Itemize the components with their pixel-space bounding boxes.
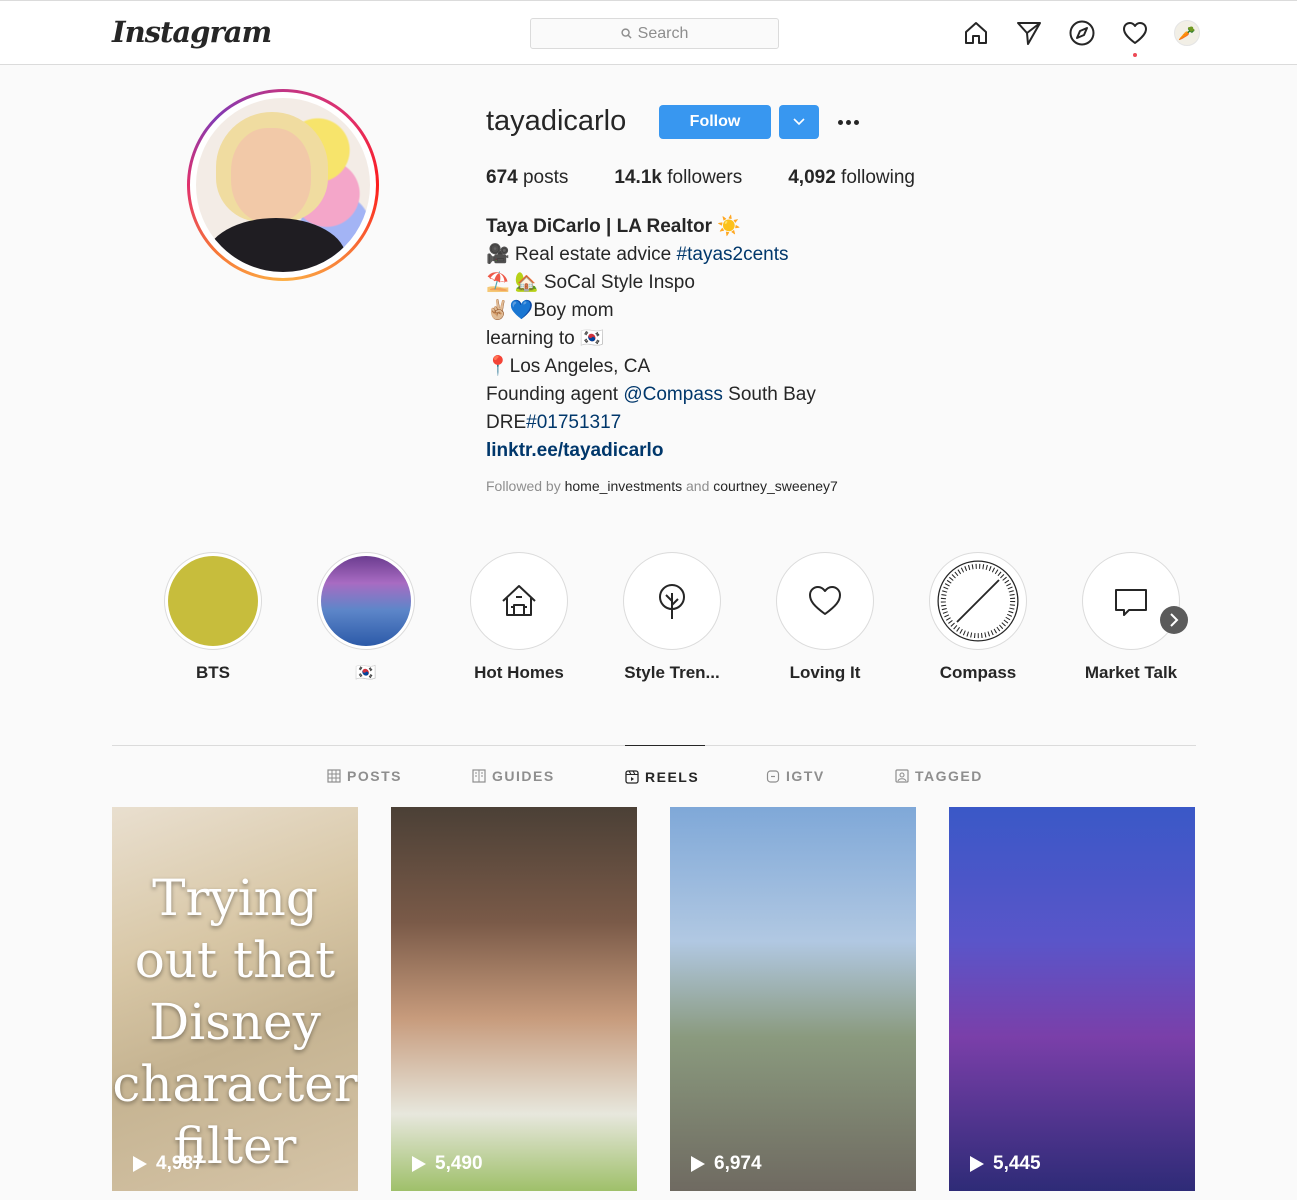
- bio-line: Founding agent @Compass South Bay: [486, 384, 816, 405]
- play-icon: [691, 1156, 705, 1172]
- tagged-icon: [895, 769, 909, 783]
- profile-tabs: POSTS GUIDES REELS IGTV TAGGED: [0, 745, 1297, 807]
- tab-tagged[interactable]: TAGGED: [895, 745, 983, 807]
- followers-stat[interactable]: 14.1k followers: [614, 167, 742, 189]
- profile-username: tayadicarlo: [486, 105, 627, 137]
- bio-line: ✌🏼💙Boy mom: [486, 300, 614, 321]
- highlight-style-trends[interactable]: Style Tren...: [623, 552, 721, 683]
- profile-full-name: Taya DiCarlo | LA Realtor ☀️: [486, 216, 741, 237]
- explore-icon[interactable]: [1068, 18, 1096, 48]
- play-icon: [412, 1156, 426, 1172]
- tab-posts[interactable]: POSTS: [327, 745, 402, 807]
- more-options-button[interactable]: [832, 110, 864, 134]
- guides-icon: [472, 769, 486, 783]
- profile-avatar: [187, 89, 379, 281]
- search-placeholder: Search: [637, 24, 689, 42]
- story-highlights: BTS 🇰🇷 Hot Homes Style Tren... Loving It: [164, 552, 1180, 683]
- highlights-next-button[interactable]: [1160, 606, 1188, 634]
- house-icon: [502, 585, 536, 616]
- bio-line: ⛱️ 🏡 SoCal Style Inspo: [486, 272, 695, 293]
- activity-heart-icon[interactable]: [1121, 18, 1149, 57]
- igtv-icon: [766, 770, 780, 783]
- reel-tile[interactable]: 5,445: [949, 807, 1195, 1191]
- follow-button[interactable]: Follow: [659, 105, 771, 139]
- following-stat[interactable]: 4,092 following: [788, 167, 915, 189]
- tab-guides[interactable]: GUIDES: [472, 745, 555, 807]
- dot-icon: [837, 119, 843, 125]
- direct-icon[interactable]: [1015, 18, 1043, 48]
- top-navigation-bar: Instagram Search 🥕: [0, 0, 1297, 65]
- instagram-logo[interactable]: Instagram: [112, 15, 272, 49]
- highlight-bts[interactable]: BTS: [164, 552, 262, 683]
- mention-link[interactable]: @Compass: [623, 384, 723, 405]
- follower-link[interactable]: courtney_sweeney7: [713, 478, 838, 494]
- follower-link[interactable]: home_investments: [565, 478, 683, 494]
- chevron-down-icon: [793, 118, 805, 126]
- grid-icon: [327, 769, 341, 783]
- highlight-cover: [168, 556, 258, 646]
- reel-view-count: 5,490: [411, 1153, 483, 1175]
- chevron-right-icon: [1170, 613, 1179, 627]
- bio-line: learning to 🇰🇷: [486, 328, 604, 349]
- play-icon: [133, 1156, 147, 1172]
- nav-icon-group: 🥕: [962, 18, 1200, 57]
- highlight-cover: [321, 556, 411, 646]
- profile-bio: Taya DiCarlo | LA Realtor ☀️ 🎥 Real esta…: [486, 213, 816, 465]
- tab-reels[interactable]: REELS: [625, 745, 706, 807]
- highlight-korean[interactable]: 🇰🇷: [317, 552, 415, 683]
- highlight-hot-homes[interactable]: Hot Homes: [470, 552, 568, 683]
- profile-photo: [196, 98, 370, 272]
- reels-grid: Trying out that Disney character filter …: [112, 807, 1197, 1191]
- reel-tile[interactable]: Trying out that Disney character filter …: [112, 807, 358, 1191]
- dot-icon: [853, 119, 859, 125]
- bio-line: 🎥 Real estate advice #tayas2cents: [486, 244, 789, 265]
- dot-icon: [845, 119, 851, 125]
- reel-overlay-text: Trying out that Disney character filter: [112, 869, 358, 1175]
- reels-icon: [625, 769, 639, 784]
- tree-icon: [659, 584, 685, 619]
- home-icon[interactable]: [962, 18, 990, 48]
- search-input[interactable]: Search: [530, 18, 779, 49]
- play-icon: [970, 1156, 984, 1172]
- reel-tile[interactable]: 6,974: [670, 807, 916, 1191]
- bio-website-link[interactable]: linktr.ee/tayadicarlo: [486, 437, 816, 465]
- profile-stats: 674 posts 14.1k followers 4,092 followin…: [486, 167, 915, 189]
- tab-igtv[interactable]: IGTV: [766, 745, 825, 807]
- followed-by-text: Followed by home_investments and courtne…: [486, 478, 838, 494]
- bio-line: DRE#01751317: [486, 412, 622, 433]
- hashtag-link[interactable]: #01751317: [526, 412, 621, 433]
- reel-view-count: 5,445: [969, 1153, 1041, 1175]
- reel-tile[interactable]: 5,490: [391, 807, 637, 1191]
- suggested-accounts-button[interactable]: [779, 105, 819, 139]
- search-icon: [621, 28, 632, 39]
- highlight-loving-it[interactable]: Loving It: [776, 552, 874, 683]
- highlight-compass[interactable]: Compass: [929, 552, 1027, 683]
- hashtag-link[interactable]: #tayas2cents: [677, 244, 789, 265]
- heart-icon: [809, 586, 841, 615]
- reel-view-count: 6,974: [690, 1153, 762, 1175]
- notification-dot: [1133, 53, 1137, 57]
- bio-line: 📍Los Angeles, CA: [486, 356, 651, 377]
- posts-stat: 674 posts: [486, 167, 569, 188]
- speech-bubble-icon: [1115, 589, 1147, 616]
- reel-view-count: 4,987: [132, 1153, 204, 1175]
- compass-dial-icon: [937, 560, 1019, 642]
- profile-avatar-icon[interactable]: 🥕: [1174, 20, 1200, 46]
